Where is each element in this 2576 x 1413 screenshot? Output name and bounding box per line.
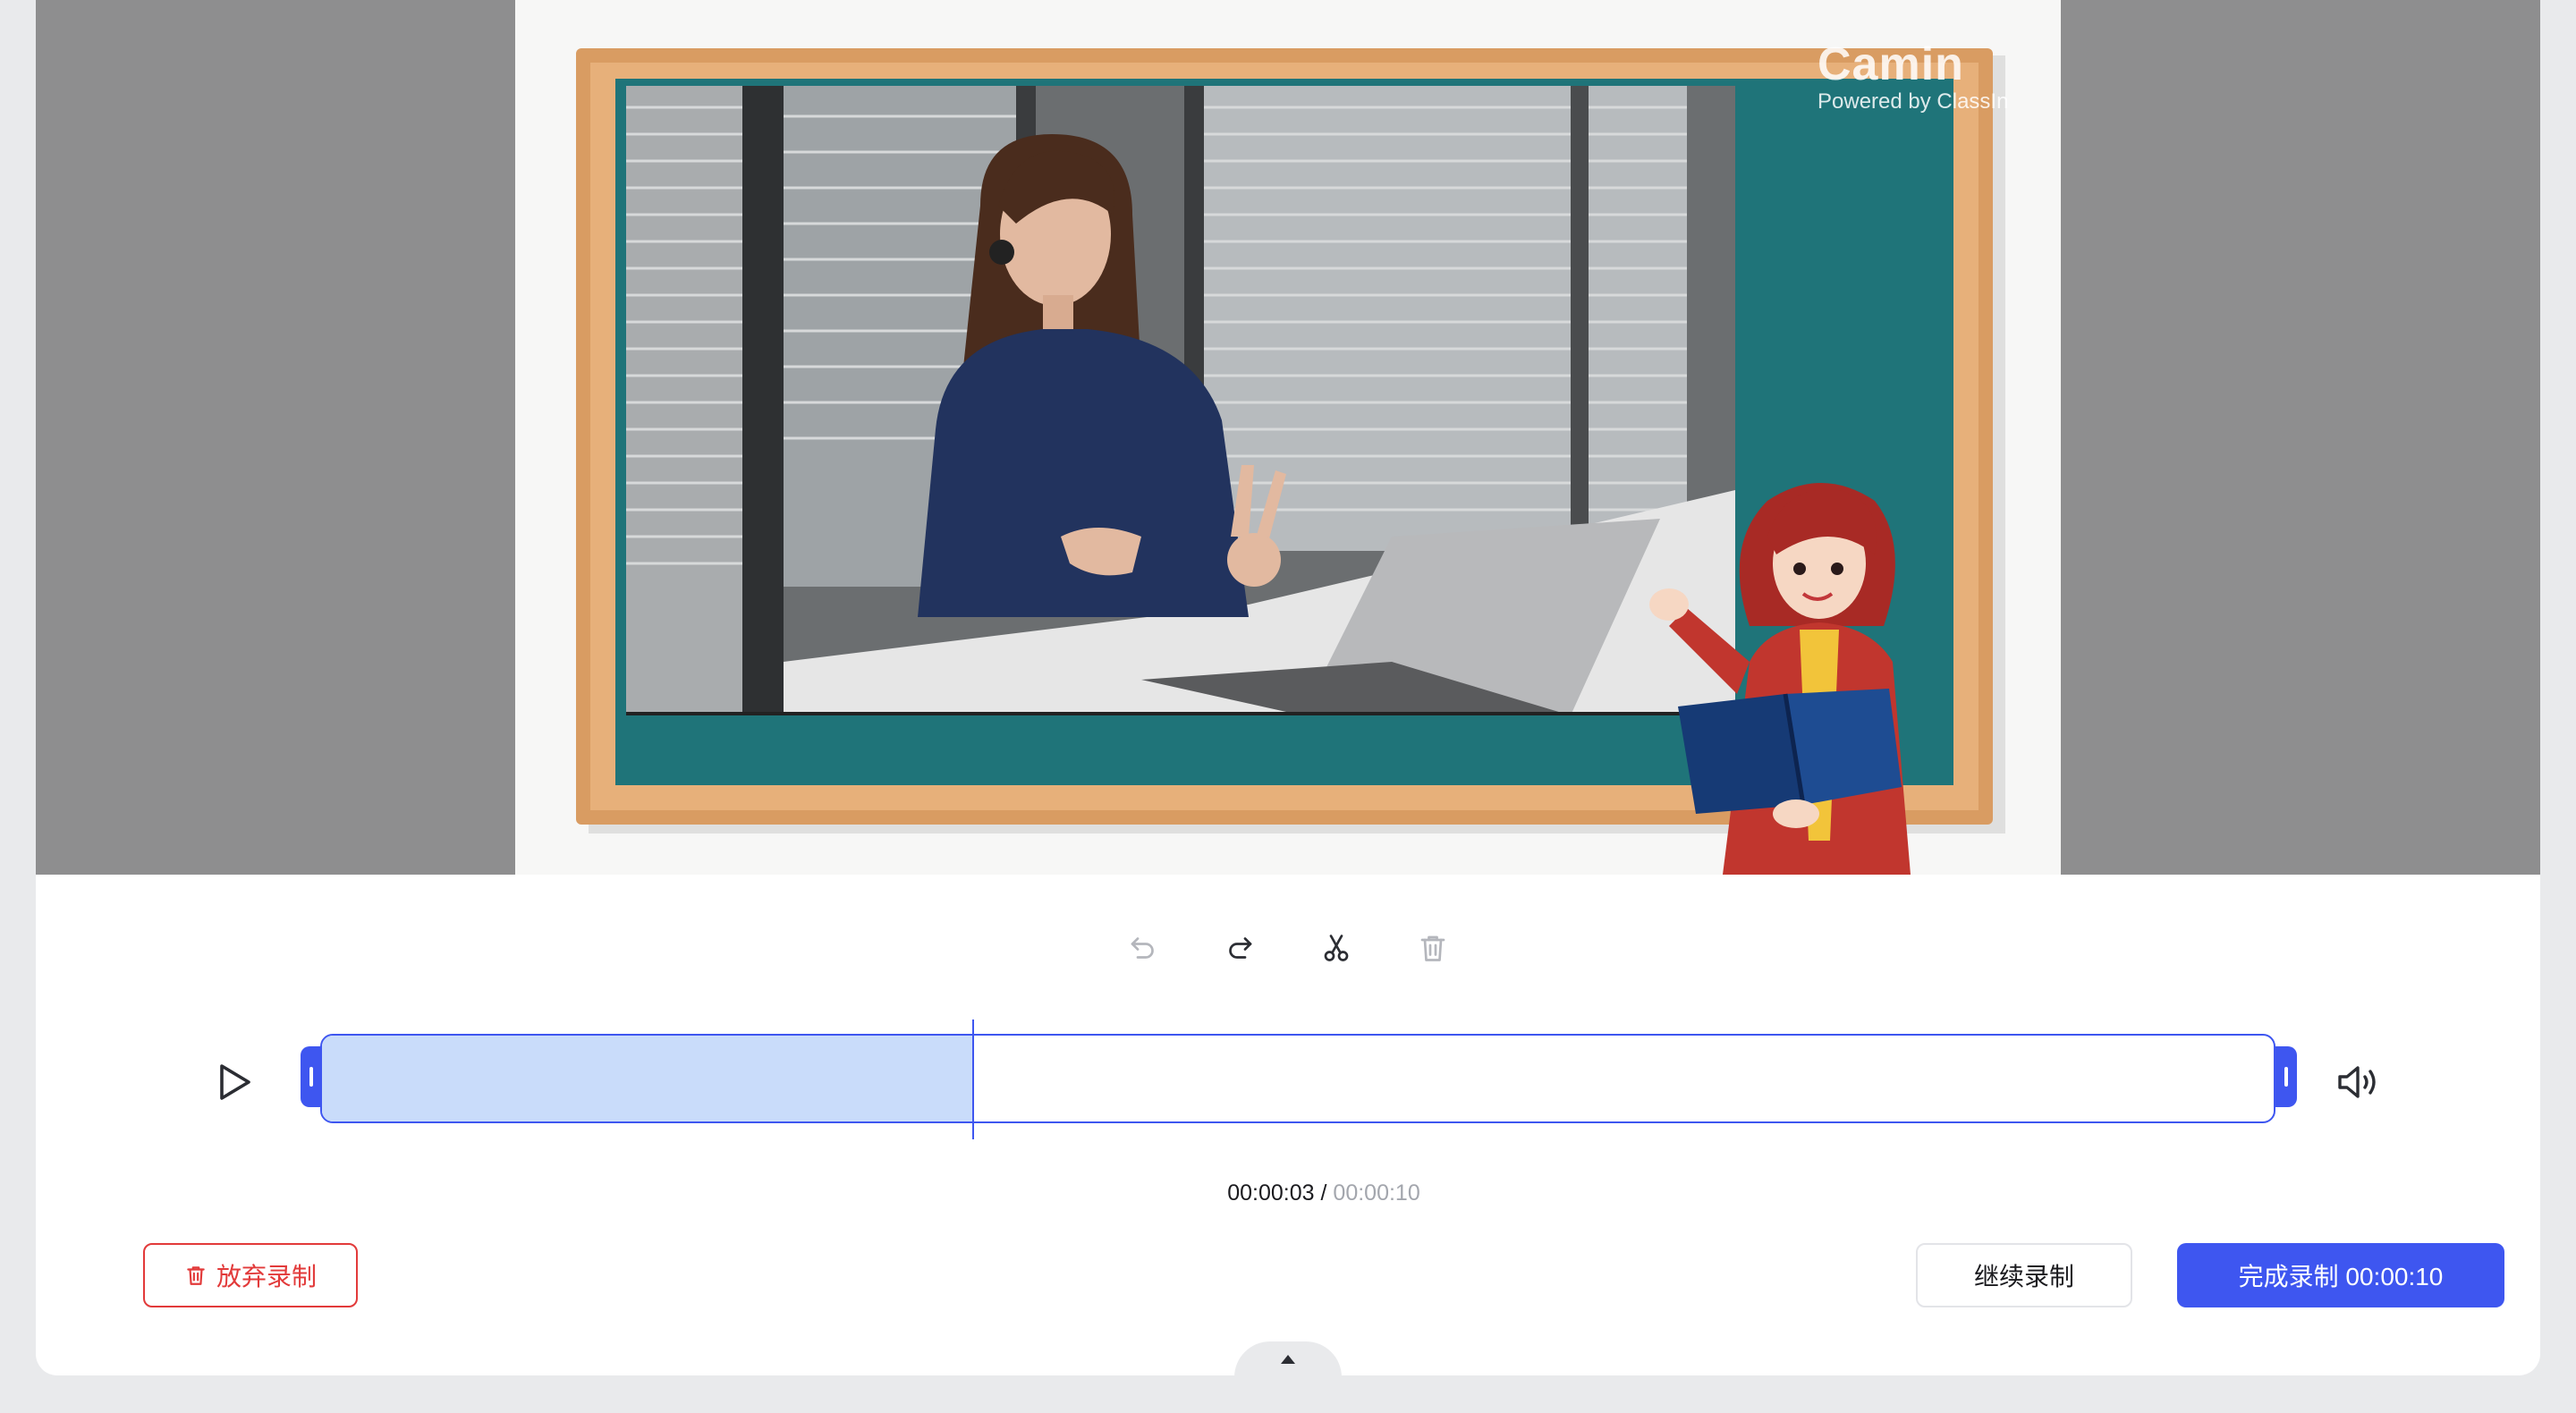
volume-button[interactable] — [2327, 1050, 2392, 1114]
timeline-track[interactable] — [320, 1034, 2275, 1123]
speaker-icon — [2338, 1066, 2376, 1098]
delete-segment-button[interactable] — [1410, 925, 1456, 971]
trash-icon — [187, 1266, 205, 1285]
redo-button[interactable] — [1216, 925, 1263, 971]
time-display: 00:00:03 / 00:00:10 — [36, 1180, 2540, 1206]
trash-icon — [1420, 935, 1445, 961]
playhead[interactable] — [972, 1020, 975, 1139]
watermark-powered-by: Powered by ClassIn — [1818, 89, 2009, 114]
scissors-icon — [1324, 935, 1349, 961]
cut-button[interactable] — [1313, 925, 1360, 971]
finish-recording-button[interactable]: 完成录制 00:00:10 — [2177, 1243, 2504, 1307]
continue-label: 继续录制 — [1973, 1263, 2074, 1290]
continue-recording-button[interactable]: 继续录制 — [1916, 1243, 2132, 1307]
edit-toolbar — [36, 921, 2540, 975]
discard-recording-button[interactable]: 放弃录制 — [143, 1243, 358, 1307]
slide-illustration — [576, 48, 2005, 875]
caret-up-icon — [1281, 1355, 1295, 1364]
total-time: 00:00:10 — [1333, 1180, 1420, 1206]
play-icon — [220, 1064, 250, 1100]
trim-handle-start[interactable] — [301, 1046, 322, 1107]
time-separator: / — [1314, 1180, 1334, 1206]
video-preview-area: Camin Powered by ClassIn — [36, 0, 2540, 875]
watermark: Camin Powered by ClassIn — [1818, 39, 2014, 114]
finish-label: 完成录制 00:00:10 — [2238, 1263, 2444, 1290]
recording-editor-panel: Camin Powered by ClassIn 00:00:03 / 00:0… — [36, 0, 2540, 1375]
timeline-played-fill — [322, 1036, 973, 1121]
play-button[interactable] — [202, 1050, 267, 1114]
timeline-row — [36, 1020, 2540, 1139]
watermark-logo: Camin — [1818, 38, 1964, 90]
trim-handle-end[interactable] — [2275, 1046, 2297, 1107]
undo-icon — [1131, 937, 1154, 959]
grip-icon — [309, 1067, 313, 1087]
current-time: 00:00:03 — [1227, 1180, 1315, 1206]
undo-button[interactable] — [1120, 925, 1166, 971]
grip-icon — [2284, 1067, 2288, 1087]
discard-label: 放弃录制 — [216, 1263, 317, 1290]
video-frame[interactable]: Camin Powered by ClassIn — [515, 0, 2061, 875]
redo-icon — [1229, 937, 1252, 959]
collapse-panel-button[interactable] — [1234, 1341, 1342, 1377]
